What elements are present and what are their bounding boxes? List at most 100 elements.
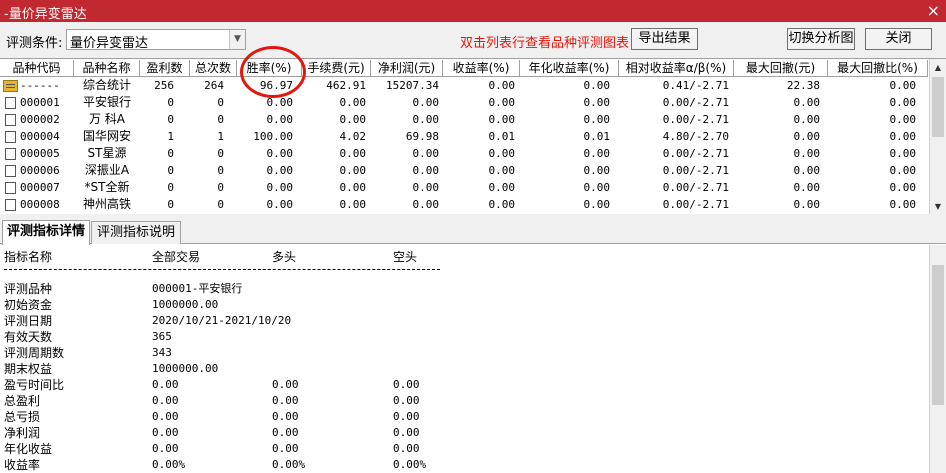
col-header-max-drawdown[interactable]: 最大回撤(元) [734,60,828,77]
cell-name: 平安银行 [82,95,131,109]
scroll-thumb[interactable] [932,77,944,137]
cell-code: ------ [20,79,60,92]
col-header-name[interactable]: 品种名称 [74,60,140,77]
cell-winrate: 0.00 [266,164,294,177]
cell-return: 0.00 [488,164,516,177]
col-header-max-drawdown-ratio[interactable]: 最大回撤比(%) [828,60,928,77]
table-row[interactable]: 000007 *ST全新 0 0 0.00 0.00 0.00 0.00 0.00 0.00/-2… [0,179,928,196]
window-close-icon[interactable]: × [927,1,940,20]
cell-profit: 15207.34 [386,79,439,92]
cell-wins: 1 [167,130,174,143]
detail-metric-value: 000001-平安银行 [152,282,243,295]
cell-wins: 0 [167,113,174,126]
cell-max-drawdown: 0.00 [793,113,821,126]
document-icon [5,131,16,143]
cell-wins: 256 [154,79,174,92]
cell-profit: 0.00 [412,147,440,160]
cell-fee: 4.02 [339,130,367,143]
toolbar: 评测条件: 量价异变雷达 ▼ 双击列表行查看品种评测图表 导出结果 切换分析图 … [0,22,946,58]
cell-name: *ST全新 [84,180,130,194]
cell-total: 0 [217,96,224,109]
table-row[interactable]: 000001 平安银行 0 0 0.00 0.00 0.00 0.00 0.00 0.00/-2.… [0,94,928,111]
detail-metric-value: 0.00% [152,458,186,471]
cell-code: 000004 [20,130,60,143]
detail-header-long: 多头 [272,250,297,264]
table-row[interactable]: 000005 ST星源 0 0 0.00 0.00 0.00 0.00 0.00 0.00/-2.… [0,145,928,162]
tab-indicator-detail[interactable]: 评测指标详情 [2,220,90,245]
detail-metric-name: 收益率 [4,458,41,472]
table-row-summary[interactable]: ------ 综合统计 256 264 96.97 462.91 15207.34 0.00 0… [0,77,928,94]
cell-name: 神州高铁 [82,197,131,211]
condition-label: 评测条件: [6,36,63,51]
cell-wins: 0 [167,147,174,160]
cell-fee: 0.00 [339,96,367,109]
detail-metric-value: 0.00 [272,410,299,423]
col-header-fee[interactable]: 手续费(元) [302,60,371,77]
title-bar: -量价异变雷达 × [0,0,946,22]
col-header-annual-return[interactable]: 年化收益率(%) [520,60,619,77]
chevron-down-icon[interactable]: ▼ [229,30,245,49]
cell-return: 0.01 [488,130,516,143]
cell-total: 0 [217,181,224,194]
hint-text: 双击列表行查看品种评测图表 [460,36,630,51]
cell-wins: 0 [167,181,174,194]
close-button[interactable]: 关闭 [865,28,932,50]
detail-header-short: 空头 [393,250,418,264]
cell-annual-return: 0.01 [583,130,611,143]
switch-chart-button[interactable]: 切换分析图 [787,28,855,50]
cell-fee: 0.00 [339,164,367,177]
col-header-relative-return[interactable]: 相对收益率α/β(%) [619,60,734,77]
cell-fee: 0.00 [339,113,367,126]
cell-max-drawdown: 0.00 [793,96,821,109]
detail-metric-name: 初始资金 [4,298,53,312]
cell-relative-return: 0.00/-2.71 [662,164,729,177]
tab-indicator-explain[interactable]: 评测指标说明 [91,221,181,244]
detail-metric-value: 0.00 [152,378,179,391]
detail-metric-value: 0.00 [272,378,299,391]
table-row[interactable]: 000006 深振业A 0 0 0.00 0.00 0.00 0.00 0.00 0.00/-2.… [0,162,928,179]
detail-divider [4,269,440,270]
col-header-wins[interactable]: 盈利数 [140,60,190,77]
col-header-profit[interactable]: 净利润(元) [371,60,443,77]
table-scrollbar[interactable]: ▲ ▼ [929,59,946,215]
table-row[interactable]: 000004 国华网安 1 1 100.00 4.02 69.98 0.01 0.01 4.80/… [0,128,928,145]
cell-return: 0.00 [488,113,516,126]
cell-code: 000006 [20,164,60,177]
export-button[interactable]: 导出结果 [631,28,698,50]
cell-max-drawdown: 0.00 [793,181,821,194]
detail-metric-name: 有效天数 [4,330,53,344]
detail-metric-value: 0.00% [393,458,427,471]
cell-total: 1 [217,130,224,143]
cell-total: 0 [217,164,224,177]
cell-profit: 0.00 [412,198,440,211]
cell-max-drawdown: 22.38 [786,79,820,92]
cell-code: 000001 [20,96,60,109]
scroll-up-icon[interactable]: ▲ [930,59,946,76]
detail-metric-name: 盈亏时间比 [4,378,65,392]
cell-name: 国华网安 [82,129,131,143]
cell-max-drawdown-ratio: 0.00 [889,198,917,211]
detail-header-name: 指标名称 [4,250,53,264]
cell-annual-return: 0.00 [583,147,611,160]
detail-metric-name: 总亏损 [4,410,41,424]
table-row[interactable]: 000008 神州高铁 0 0 0.00 0.00 0.00 0.00 0.00 0.00/-2.… [0,196,928,213]
scroll-down-icon[interactable]: ▼ [930,198,946,215]
table-row[interactable]: 000002 万 科A 0 0 0.00 0.00 0.00 0.00 0.00 0.00/-2.… [0,111,928,128]
cell-max-drawdown: 0.00 [793,198,821,211]
cell-code: 000005 [20,147,60,160]
cell-total: 0 [217,198,224,211]
cell-max-drawdown-ratio: 0.00 [889,164,917,177]
cell-annual-return: 0.00 [583,198,611,211]
detail-metric-value: 0.00 [272,442,299,455]
col-header-total[interactable]: 总次数 [190,60,237,77]
cell-relative-return: 0.00/-2.71 [662,147,729,160]
cell-total: 0 [217,113,224,126]
detail-panel: 指标名称 全部交易 多头 空头 评测品种 000001-平安银行 初始资金 10000… [0,245,946,473]
col-header-code[interactable]: 品种代码 [0,60,74,77]
detail-scrollbar[interactable] [929,245,946,473]
detail-scroll-thumb[interactable] [932,265,944,405]
col-header-return[interactable]: 收益率(%) [443,60,520,77]
cell-return: 0.00 [488,181,516,194]
cell-relative-return: 4.80/-2.70 [662,130,729,143]
condition-select[interactable]: 量价异变雷达 ▼ [66,29,246,51]
